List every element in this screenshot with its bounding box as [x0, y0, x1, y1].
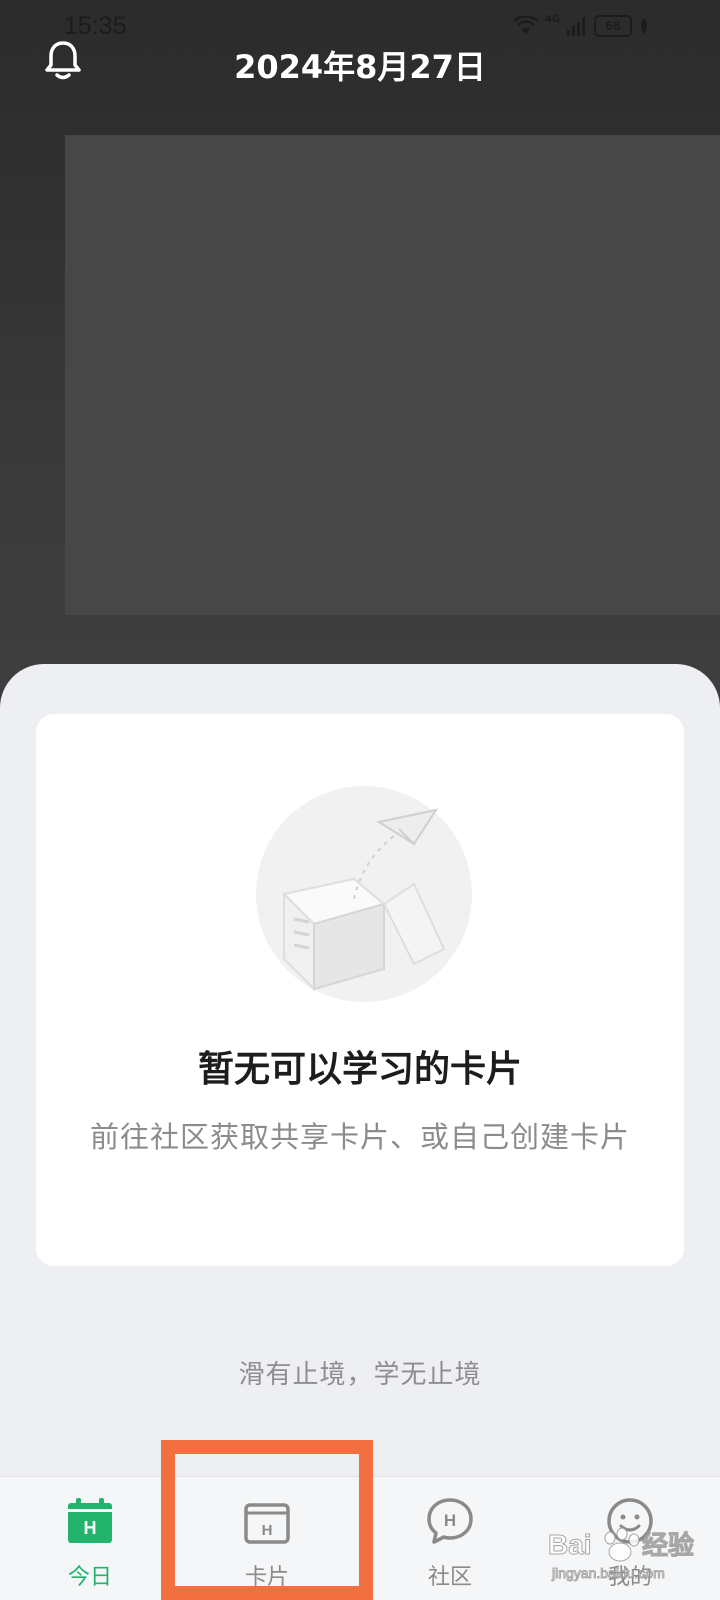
svg-text:经验: 经验 — [642, 1530, 694, 1561]
network-type: 4G — [544, 14, 560, 25]
svg-text:H: H — [444, 1511, 456, 1530]
wifi-icon — [513, 15, 539, 34]
tab-cards-label: 卡片 — [244, 1565, 289, 1590]
leaf-icon — [641, 17, 647, 34]
battery-indicator: 68 — [594, 14, 632, 37]
empty-state-title: 暂无可以学习的卡片 — [197, 1049, 522, 1090]
status-time: 15:35 — [64, 12, 127, 40]
calendar-icon: H — [68, 1498, 112, 1543]
bottom-sheet: 暂无可以学习的卡片 前往社区获取共享卡片、或自己创建卡片 滑有止境，学无止境 — [0, 664, 720, 1600]
empty-state-description: 前往社区获取共享卡片、或自己创建卡片 — [89, 1120, 630, 1154]
baidu-watermark: Bai 经验 jingyan.baidu.com — [548, 1527, 695, 1582]
slogan-text: 滑有止境，学无止境 — [238, 1360, 482, 1390]
status-bar: 15:35 4G 68 — [64, 8, 650, 44]
svg-text:H: H — [84, 1518, 97, 1538]
svg-text:Bai: Bai — [548, 1529, 592, 1560]
chat-bubble-icon: H — [427, 1498, 473, 1544]
status-icons: 4G 68 — [513, 14, 650, 37]
tab-community-label: 社区 — [427, 1565, 472, 1590]
tab-community[interactable]: H 社区 — [360, 1477, 540, 1600]
svg-text:H: H — [262, 1522, 273, 1539]
media-placeholder — [65, 135, 720, 615]
empty-state-card: 暂无可以学习的卡片 前往社区获取共享卡片、或自己创建卡片 — [36, 714, 684, 1266]
page-title-date: 2024年8月27日 — [234, 48, 486, 86]
svg-text:jingyan.baidu.com: jingyan.baidu.com — [551, 1565, 665, 1581]
tab-cards[interactable]: H 卡片 — [177, 1477, 357, 1600]
tab-today-label: 今日 — [67, 1565, 112, 1590]
tab-today[interactable]: H 今日 — [0, 1477, 180, 1600]
card-box-icon: H — [244, 1503, 290, 1544]
signal-icon — [567, 16, 585, 36]
empty-box-illustration — [256, 786, 472, 1002]
